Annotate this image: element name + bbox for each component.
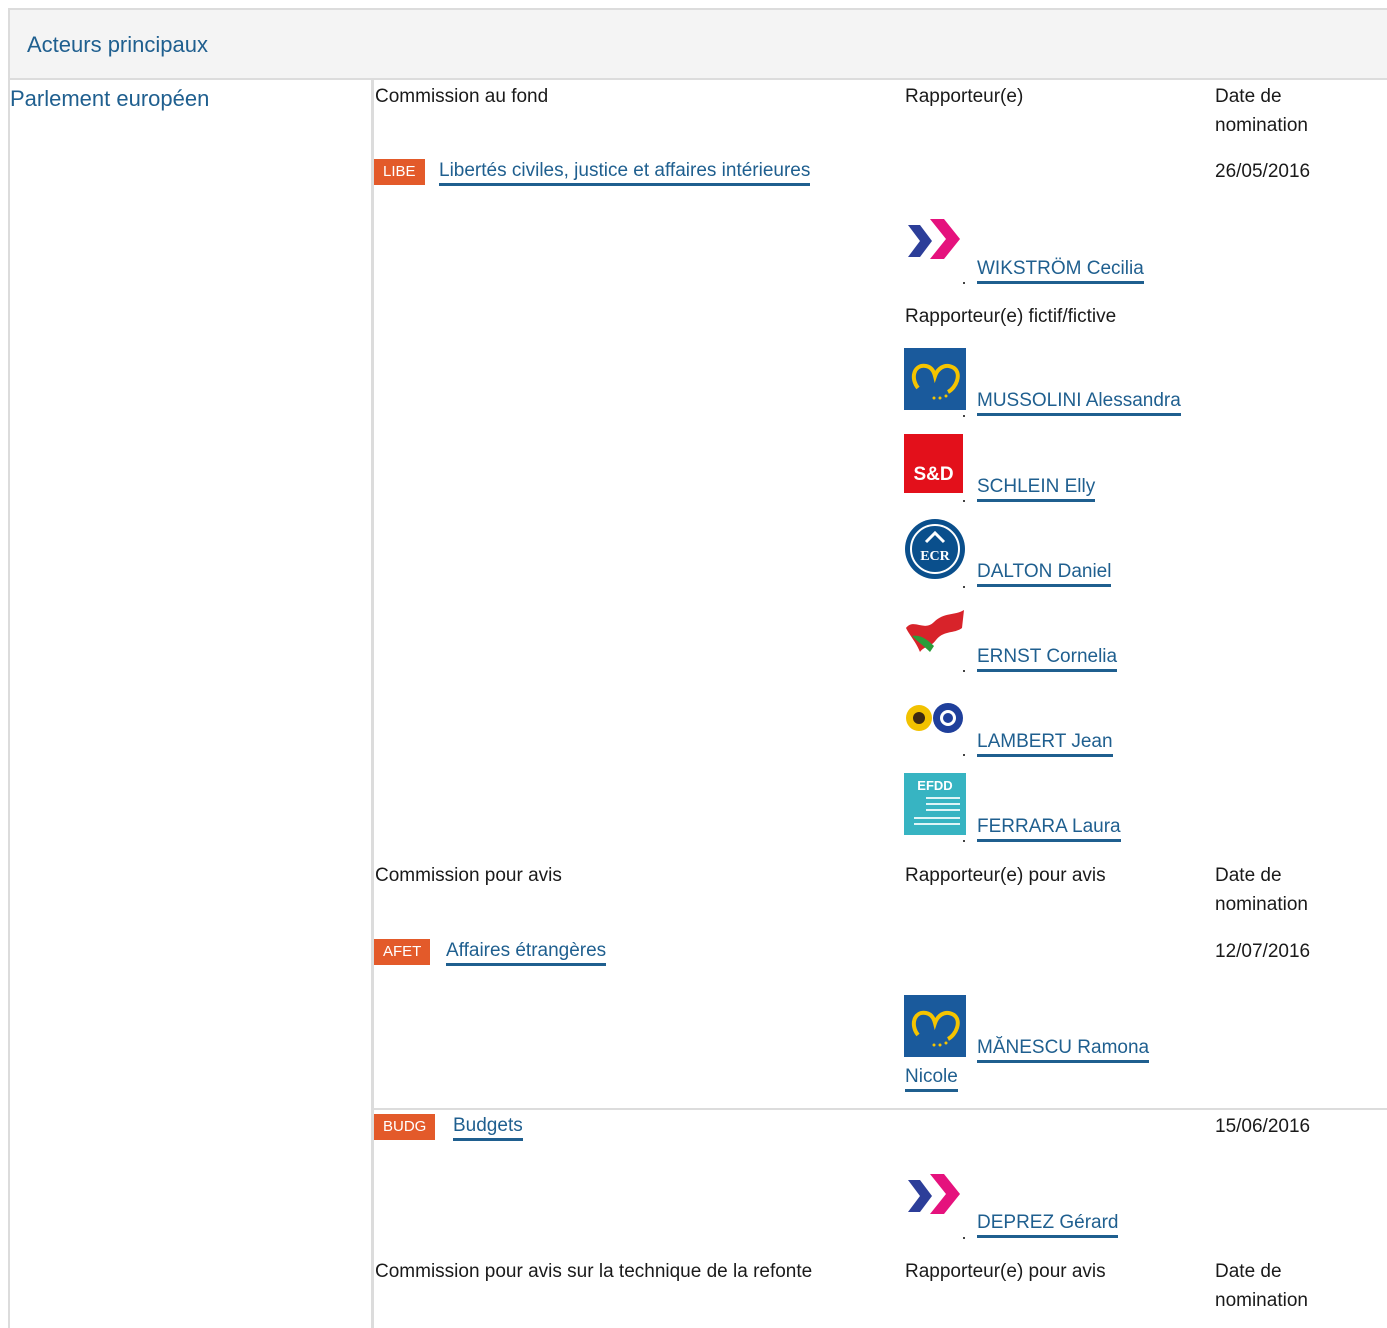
committee-column-header: Commission au fond [375, 86, 549, 107]
opinion-rapporteur-link[interactable]: DEPREZ Gérard [977, 1211, 1119, 1238]
recast-rapporteur-column-header: Rapporteur(e) pour avis [905, 1261, 1106, 1282]
panel-header [10, 10, 1387, 80]
alde-logo-icon [904, 215, 966, 277]
opinion-rapporteur-link[interactable]: MĂNESCU Ramona [977, 1036, 1150, 1063]
separator-dot [963, 500, 965, 502]
opinion-committee-column-header: Commission pour avis [375, 865, 562, 886]
committee-link-libe[interactable]: Libertés civiles, justice et affaires in… [439, 159, 811, 186]
svg-text:S&D: S&D [913, 464, 953, 485]
separator-dot [963, 282, 965, 284]
opinion-rapporteur-link-cont[interactable]: Nicole [905, 1065, 958, 1092]
committee-code-badge: LIBE [374, 159, 425, 185]
shadow-rapporteur-link[interactable]: FERRARA Laura [977, 815, 1121, 842]
committee-code-badge: AFET [374, 939, 431, 965]
gue-ngl-logo-icon [904, 606, 966, 668]
svg-text:EFDD: EFDD [917, 778, 952, 793]
row-divider [371, 1108, 1387, 1110]
shadow-rapporteur-label: Rapporteur(e) fictif/fictive [905, 306, 1117, 327]
main-actors-panel [8, 8, 1387, 1328]
alde-logo-icon [904, 1170, 966, 1232]
committee-link-afet[interactable]: Affaires étrangères [446, 939, 607, 966]
shadow-rapporteur-link[interactable]: MUSSOLINI Alessandra [977, 389, 1181, 416]
shadow-rapporteur-link[interactable]: LAMBERT Jean [977, 730, 1113, 757]
shadow-rapporteur-link[interactable]: SCHLEIN Elly [977, 475, 1096, 502]
separator-dot [963, 840, 965, 842]
institution-link[interactable]: Parlement européen [10, 86, 209, 112]
recast-committee-column-header: Commission pour avis sur la technique de… [375, 1261, 813, 1282]
sd-logo-icon: S&D [904, 434, 963, 493]
separator-dot [963, 1237, 965, 1239]
nomination-date: 12/07/2016 [1215, 941, 1311, 962]
ecr-logo-icon: ECR [904, 518, 966, 580]
separator-dot [963, 415, 965, 417]
separator-dot [963, 586, 965, 588]
opinion-rapporteur-column-header: Rapporteur(e) pour avis [905, 865, 1106, 886]
opinion-date-column-header: Date de nomination [1215, 865, 1308, 915]
epp-logo-icon [904, 995, 966, 1057]
shadow-rapporteur-link[interactable]: DALTON Daniel [977, 560, 1112, 587]
rapporteur-column-header: Rapporteur(e) [905, 86, 1024, 107]
separator-dot [963, 754, 965, 756]
shadow-rapporteur-link[interactable]: ERNST Cornelia [977, 645, 1118, 672]
epp-logo-icon [904, 348, 966, 410]
efdd-logo-icon: EFDD [904, 773, 966, 835]
nomination-date: 26/05/2016 [1215, 161, 1311, 182]
date-column-header: Date de nomination [1215, 86, 1308, 136]
column-divider [371, 80, 374, 1328]
greens-efa-logo-icon [904, 700, 966, 736]
panel-title: Acteurs principaux [27, 32, 208, 57]
committee-code-badge: BUDG [374, 1114, 436, 1140]
separator-dot [963, 670, 965, 672]
svg-text:ECR: ECR [920, 549, 950, 564]
committee-link-budg[interactable]: Budgets [453, 1114, 523, 1141]
nomination-date: 15/06/2016 [1215, 1116, 1311, 1137]
recast-date-column-header: Date de nomination [1215, 1261, 1308, 1311]
rapporteur-link[interactable]: WIKSTRÖM Cecilia [977, 257, 1144, 284]
